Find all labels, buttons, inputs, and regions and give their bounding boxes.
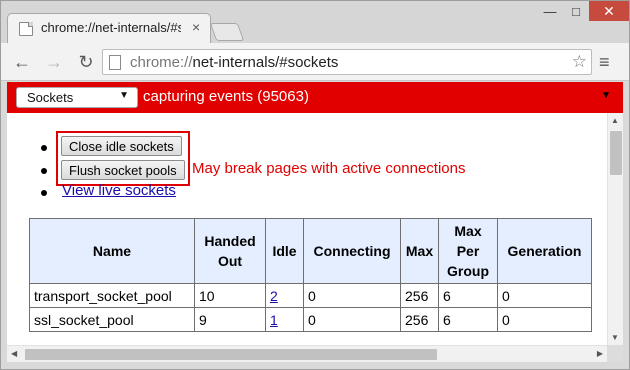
reload-icon[interactable]: ↻: [75, 51, 97, 73]
tab-close-icon[interactable]: ×: [192, 19, 200, 35]
browser-toolbar: ← → ↻ chrome://net-internals/#sockets ☆ …: [1, 43, 629, 81]
column-header: Connecting: [303, 218, 401, 284]
flush-warning-text: May break pages with active connections: [192, 160, 466, 177]
page-favicon-icon: [19, 22, 33, 36]
view-select[interactable]: Sockets ▼: [16, 87, 138, 108]
idle-cell: 2: [265, 283, 304, 308]
vertical-scroll-thumb[interactable]: [610, 131, 622, 175]
vertical-scrollbar[interactable]: ▲ ▼: [607, 113, 623, 345]
socket-pools-table: Name Handed Out Idle Connecting Max Max Pe…: [29, 218, 592, 332]
tab-title: chrome://net-internals/#s: [41, 20, 181, 35]
max-per-group-cell: 6: [438, 307, 498, 332]
browser-window: chrome://net-internals/#s × — □ ✕ ← → ↻ …: [0, 0, 630, 370]
column-header: Generation: [497, 218, 592, 284]
handed-out-cell: 10: [194, 283, 266, 308]
view-select-value: Sockets: [27, 90, 74, 105]
close-idle-sockets-button[interactable]: Close idle sockets: [61, 136, 182, 156]
capture-status-bar: Sockets ▼ capturing events (95063) ▼: [7, 82, 623, 113]
tab-strip: chrome://net-internals/#s × — □ ✕: [1, 1, 629, 43]
page-icon: [109, 55, 121, 70]
flush-socket-pools-button[interactable]: Flush socket pools: [61, 160, 185, 180]
scrollbar-corner: [607, 345, 623, 362]
table-row: ssl_socket_pool 9 1 0 256 6 0: [29, 307, 592, 332]
generation-cell: 0: [497, 283, 592, 308]
sockets-view: Close idle sockets Flush socket pools Ma…: [7, 113, 607, 345]
idle-link[interactable]: 2: [270, 288, 278, 304]
url-text: chrome://net-internals/#sockets: [130, 54, 338, 71]
horizontal-scrollbar[interactable]: ◀ ▶: [7, 345, 607, 362]
column-header: Max: [400, 218, 439, 284]
max-cell: 256: [400, 307, 439, 332]
bullet-icon: [41, 168, 47, 174]
column-header: Idle: [265, 218, 304, 284]
column-header: Name: [29, 218, 195, 284]
tab-net-internals[interactable]: chrome://net-internals/#s ×: [7, 13, 211, 43]
back-arrow-icon[interactable]: ←: [11, 51, 33, 73]
close-window-button[interactable]: ✕: [589, 1, 629, 21]
idle-cell: 1: [265, 307, 304, 332]
idle-link[interactable]: 1: [270, 312, 278, 328]
handed-out-cell: 9: [194, 307, 266, 332]
table-header-row: Name Handed Out Idle Connecting Max Max Pe…: [29, 218, 592, 284]
url-scheme: chrome://: [130, 54, 193, 71]
capture-status-text: capturing events (95063): [143, 88, 309, 105]
scroll-up-icon[interactable]: ▲: [611, 116, 619, 125]
scroll-left-icon[interactable]: ◀: [11, 349, 17, 358]
max-cell: 256: [400, 283, 439, 308]
bookmark-star-icon[interactable]: ☆: [572, 52, 587, 72]
connecting-cell: 0: [303, 283, 401, 308]
pool-name-cell: ssl_socket_pool: [29, 307, 195, 332]
minimize-button[interactable]: —: [537, 1, 563, 21]
address-bar[interactable]: chrome://net-internals/#sockets ☆: [102, 49, 592, 75]
url-path: net-internals/#sockets: [192, 54, 339, 71]
connecting-cell: 0: [303, 307, 401, 332]
scroll-right-icon[interactable]: ▶: [597, 349, 603, 358]
generation-cell: 0: [497, 307, 592, 332]
bullet-icon: [41, 145, 47, 151]
bullet-icon: [41, 190, 47, 196]
maximize-button[interactable]: □: [563, 1, 589, 21]
max-per-group-cell: 6: [438, 283, 498, 308]
view-live-sockets-link[interactable]: View live sockets: [62, 182, 176, 199]
chrome-menu-icon[interactable]: ≡: [599, 52, 610, 73]
forward-arrow-icon[interactable]: →: [43, 51, 65, 73]
dropdown-arrow-icon: ▼: [119, 90, 129, 101]
horizontal-scroll-thumb[interactable]: [25, 349, 437, 360]
table-row: transport_socket_pool 10 2 0 256 6 0: [29, 283, 592, 308]
capture-menu-arrow-icon[interactable]: ▼: [601, 90, 611, 101]
column-header: Handed Out: [194, 218, 266, 284]
pool-name-cell: transport_socket_pool: [29, 283, 195, 308]
new-tab-button[interactable]: [209, 23, 245, 41]
column-header: Max Per Group: [438, 218, 498, 284]
scroll-down-icon[interactable]: ▼: [611, 333, 619, 342]
